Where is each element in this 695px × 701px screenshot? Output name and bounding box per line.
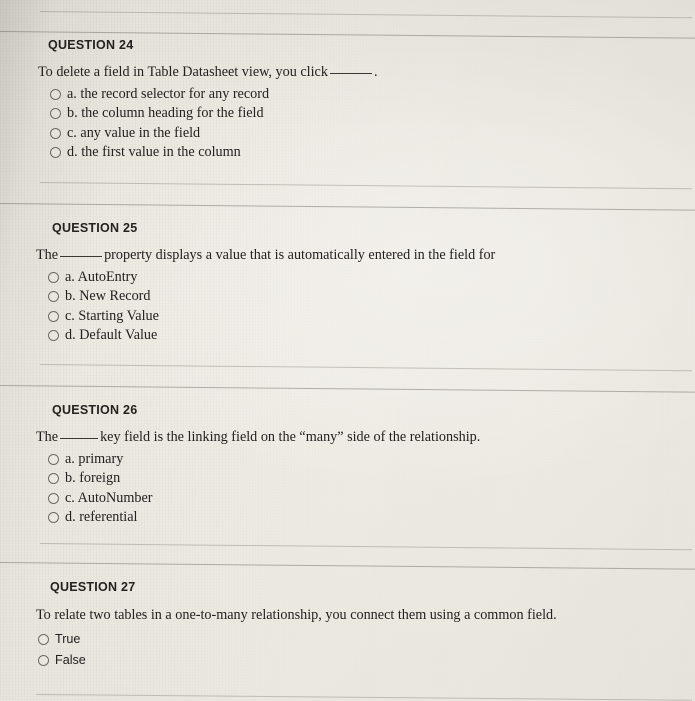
question-prompt: To delete a field in Table Datasheet vie… xyxy=(38,64,378,81)
quiz-page: QUESTION 24 To delete a field in Table D… xyxy=(0,0,695,701)
question-prompt-after: . xyxy=(373,64,378,80)
question-block-25: QUESTION 25 The property displays a value… xyxy=(36,221,495,345)
answer-blank xyxy=(60,438,99,439)
radio-button-icon[interactable] xyxy=(48,473,59,485)
question-block-27: QUESTION 27 To relate two tables in a on… xyxy=(36,580,557,671)
option-label: c. any value in the field xyxy=(67,124,201,141)
options-list: a. AutoEntry b. New Record c. Starting V… xyxy=(48,268,495,346)
option-row[interactable]: False xyxy=(38,650,557,671)
radio-button-icon[interactable] xyxy=(48,492,59,504)
question-heading: QUESTION 26 xyxy=(52,403,138,417)
option-row[interactable]: a. the record selector for any record xyxy=(50,85,377,104)
section-divider xyxy=(39,364,692,372)
option-label: c. Starting Value xyxy=(65,307,159,324)
radio-button-icon[interactable] xyxy=(50,108,61,120)
option-label: c. AutoNumber xyxy=(65,489,153,506)
options-list: a. primary b. foreign c. AutoNumber d. r… xyxy=(48,450,480,528)
option-label: b. foreign xyxy=(65,470,121,487)
section-divider xyxy=(39,11,692,19)
question-prompt: The property displays a value that is aut… xyxy=(36,247,496,264)
option-row[interactable]: b. New Record xyxy=(48,287,495,306)
section-divider xyxy=(0,203,695,211)
radio-button-icon[interactable] xyxy=(50,146,61,158)
radio-button-icon[interactable] xyxy=(48,310,59,322)
question-prompt: To relate two tables in a one-to-many re… xyxy=(36,607,557,623)
option-label: a. primary xyxy=(65,450,124,467)
radio-button-icon[interactable] xyxy=(48,329,59,341)
radio-button-icon[interactable] xyxy=(48,271,59,283)
answer-blank xyxy=(60,256,103,257)
radio-button-icon[interactable] xyxy=(38,654,49,666)
section-divider xyxy=(0,385,695,393)
option-row[interactable]: b. the column heading for the field xyxy=(50,104,377,123)
option-row[interactable]: d. Default Value xyxy=(48,326,495,345)
option-row[interactable]: b. foreign xyxy=(48,469,480,488)
section-divider xyxy=(39,543,692,551)
option-label: d. referential xyxy=(65,508,138,525)
option-label: d. Default Value xyxy=(65,326,158,343)
option-label: b. the column heading for the field xyxy=(67,105,264,122)
option-row[interactable]: c. any value in the field xyxy=(50,123,377,142)
option-row[interactable]: a. primary xyxy=(48,450,480,469)
options-list: a. the record selector for any record b.… xyxy=(50,85,377,163)
question-heading: QUESTION 25 xyxy=(52,221,138,235)
option-label: b. New Record xyxy=(65,288,151,305)
radio-button-icon[interactable] xyxy=(48,453,59,465)
radio-button-icon[interactable] xyxy=(50,127,61,139)
option-label: True xyxy=(55,632,81,647)
question-heading: QUESTION 27 xyxy=(50,580,136,594)
question-heading: QUESTION 24 xyxy=(48,38,134,52)
question-prompt-after: property displays a value that is automa… xyxy=(104,247,496,263)
option-row[interactable]: d. the first value in the column xyxy=(50,143,377,162)
option-row[interactable]: c. AutoNumber xyxy=(48,488,480,507)
option-row[interactable]: a. AutoEntry xyxy=(48,268,495,287)
question-prompt-before: The xyxy=(36,429,59,445)
options-list: True False xyxy=(38,629,557,671)
question-prompt-after: key field is the linking field on the “m… xyxy=(100,429,481,445)
option-row[interactable]: d. referential xyxy=(48,508,480,527)
question-block-26: QUESTION 26 The key field is the linking … xyxy=(36,403,480,527)
question-block-24: QUESTION 24 To delete a field in Table D… xyxy=(38,38,377,163)
option-label: a. the record selector for any record xyxy=(67,85,270,102)
radio-button-icon[interactable] xyxy=(48,291,59,303)
radio-button-icon[interactable] xyxy=(38,633,49,645)
question-prompt: The key field is the linking field on the… xyxy=(36,429,481,446)
answer-blank xyxy=(329,73,372,74)
option-label: d. the first value in the column xyxy=(67,143,241,160)
option-label: False xyxy=(55,653,86,668)
option-row[interactable]: c. Starting Value xyxy=(48,306,495,325)
section-divider xyxy=(39,182,692,190)
radio-button-icon[interactable] xyxy=(50,88,61,100)
section-divider xyxy=(0,562,695,570)
option-label: a. AutoEntry xyxy=(65,268,138,285)
question-prompt-before: To delete a field in Table Datasheet vie… xyxy=(38,64,328,80)
question-prompt-before: The xyxy=(36,247,59,263)
radio-button-icon[interactable] xyxy=(48,511,59,523)
option-row[interactable]: True xyxy=(38,629,557,650)
